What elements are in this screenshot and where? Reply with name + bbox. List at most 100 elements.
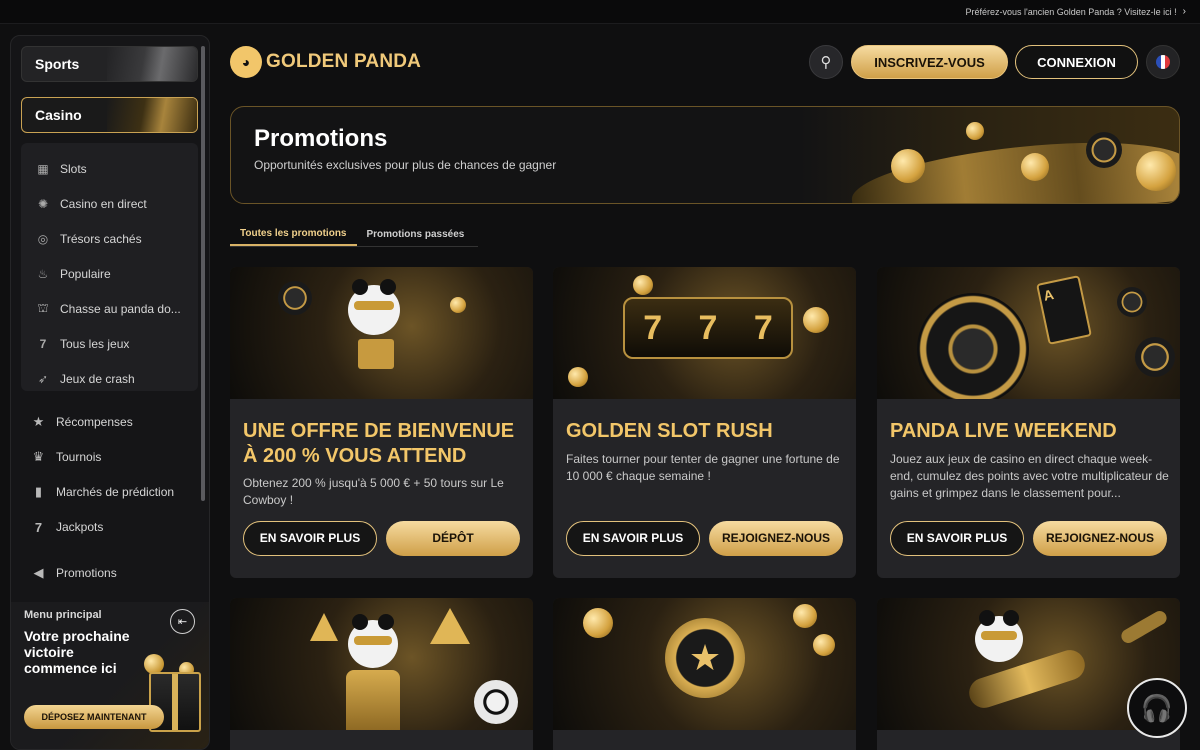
learn-more-button[interactable]: EN SAVOIR PLUS <box>243 521 377 556</box>
brand-name: GOLDEN PANDA <box>266 51 422 72</box>
support-chat-button[interactable]: 🎧 <box>1127 678 1187 738</box>
top-notice-bar[interactable]: Préférez-vous l'ancien Golden Panda ? Vi… <box>0 0 1200 24</box>
learn-more-button[interactable]: EN SAVOIR PLUS <box>566 521 700 556</box>
collapse-sidebar-button[interactable]: ⇤ <box>170 609 195 634</box>
old-site-link[interactable]: Préférez-vous l'ancien Golden Panda ? Vi… <box>965 7 1176 17</box>
sidebar-item-jackpots[interactable]: 7 Jackpots <box>31 517 103 537</box>
sidebar-item-label: Casino en direct <box>60 196 147 211</box>
roulette-wheel-illustration <box>917 293 1029 399</box>
treasure-icon: ◎ <box>37 231 49 246</box>
casino-chip-icon <box>1117 287 1147 317</box>
sidebar-item-label: Jackpots <box>56 520 104 534</box>
sidebar-item-live-casino[interactable]: ✺ Casino en direct <box>21 186 198 221</box>
sports-tile-art <box>107 47 197 81</box>
sports-promo-image <box>230 598 533 730</box>
panda-illustration <box>348 279 400 335</box>
sidebar-item-prediction-markets[interactable]: ▮ Marchés de prédiction <box>31 482 174 502</box>
trophy-icon: ♛ <box>32 449 45 464</box>
main-menu-label: Menu principal <box>24 609 102 621</box>
golden-slot-rush-image: 777 <box>553 267 856 399</box>
card-description: Faites tourner pour tenter de gagner une… <box>566 452 840 483</box>
coin-icon <box>583 608 613 638</box>
sidebar-item-crash-games[interactable]: ➶ Jeux de crash <box>21 361 198 396</box>
flame-icon: ♨ <box>37 266 49 281</box>
tab-all-promotions[interactable]: Toutes les promotions <box>230 222 357 246</box>
sidebar-item-hidden-treasures[interactable]: ◎ Trésors cachés <box>21 221 198 256</box>
sidebar: Sports Casino ▦ Slots ✺ Casino en direct… <box>10 35 210 750</box>
sidebar-item-label: Promotions <box>56 566 117 580</box>
deposit-now-button[interactable]: DÉPOSEZ MAINTENANT <box>24 705 164 729</box>
learn-more-button[interactable]: EN SAVOIR PLUS <box>890 521 1024 556</box>
sidebar-item-tournaments[interactable]: ♛ Tournois <box>31 447 102 467</box>
card-description: Jouez aux jeux de casino en direct chaqu… <box>890 452 1169 500</box>
tab-past-promotions[interactable]: Promotions passées <box>357 222 475 246</box>
login-button[interactable]: CONNEXION <box>1015 45 1138 79</box>
card-title: PANDA LIVE WEEKEND <box>890 420 1117 442</box>
promo-headline: Votre prochaine victoire commence ici <box>24 628 130 676</box>
deposit-button[interactable]: DÉPÔT <box>386 521 520 556</box>
sidebar-item-label: Slots <box>60 161 87 176</box>
star-icon: ★ <box>32 414 45 429</box>
tabs-divider <box>230 246 478 247</box>
join-button[interactable]: REJOIGNEZ-NOUS <box>1033 521 1167 556</box>
rocket-icon <box>1118 608 1170 646</box>
star-coin-icon: ★ <box>665 618 745 698</box>
promotion-tabs: Toutes les promotions Promotions passées <box>230 222 474 246</box>
sidebar-item-label: Populaire <box>60 266 111 281</box>
brand-logo[interactable]: ◕ GOLDEN PANDA <box>230 46 421 78</box>
card-title: GOLDEN SLOT RUSH <box>566 420 773 442</box>
promo-card-slot-rush: 777 GOLDEN SLOT RUSH Faites tourner pour… <box>553 267 856 578</box>
coin-icon <box>1136 151 1176 191</box>
coin-icon <box>568 367 588 387</box>
search-icon: ⚲ <box>820 54 832 71</box>
search-button[interactable]: ⚲ <box>809 45 843 79</box>
bar-chart-icon: ▮ <box>34 484 43 499</box>
coin-icon <box>966 122 984 140</box>
sidebar-scrollbar[interactable] <box>201 46 205 501</box>
sidebar-item-rewards[interactable]: ★ Récompenses <box>31 412 133 432</box>
sidebar-promo-card: Menu principal ⇤ Votre prochaine victoir… <box>11 602 209 749</box>
sidebar-item-slots[interactable]: ▦ Slots <box>21 151 198 186</box>
star-coin-promo-image: ★ <box>553 598 856 730</box>
arrow-up-icon <box>430 608 470 644</box>
promo-card-live-weekend: A PANDA LIVE WEEKEND Jouez aux jeux de c… <box>877 267 1180 578</box>
megaphone-icon: ◀ <box>33 565 44 580</box>
sunglasses-icon <box>354 301 394 310</box>
card-title: UNE OFFRE DE BIENVENUE À 200 % VOUS ATTE… <box>243 420 515 467</box>
page-subtitle: Opportunités exclusives pour plus de cha… <box>254 158 557 172</box>
sidebar-item-label: Récompenses <box>56 415 133 429</box>
promotions-hero-banner: Promotions Opportunités exclusives pour … <box>230 106 1180 204</box>
join-button[interactable]: REJOIGNEZ-NOUS <box>709 521 843 556</box>
sidebar-tile-sports[interactable]: Sports <box>21 46 198 82</box>
language-selector[interactable] <box>1146 45 1180 79</box>
sidebar-item-promotions[interactable]: ◀ Promotions <box>31 563 117 583</box>
sidebar-item-popular[interactable]: ♨ Populaire <box>21 256 198 291</box>
chevron-right-icon: › <box>1182 6 1186 17</box>
rocket-icon: ➶ <box>37 371 49 386</box>
coin-icon <box>1021 153 1049 181</box>
promo-card-star-coin: ★ <box>553 598 856 750</box>
collapse-left-icon: ⇤ <box>177 616 188 628</box>
sidebar-item-panda-hunt[interactable]: ⛫ Chasse au panda do... <box>21 291 198 326</box>
coin-icon <box>450 297 466 313</box>
panda-live-weekend-image: A <box>877 267 1180 399</box>
sidebar-item-all-games[interactable]: 7 Tous les jeux <box>21 326 198 361</box>
register-button[interactable]: INSCRIVEZ-VOUS <box>851 45 1008 79</box>
coin-icon <box>813 634 835 656</box>
gold-suit-illustration <box>346 670 400 730</box>
slot-machine-icon: ▦ <box>37 161 49 176</box>
slot-reels-illustration: 777 <box>623 297 793 359</box>
casino-chip-icon <box>1135 337 1175 377</box>
sidebar-item-label: Jeux de crash <box>60 371 135 386</box>
card-description: Obtenez 200 % jusqu'à 5 000 € + 50 tours… <box>243 476 504 507</box>
welcome-offer-image <box>230 267 533 399</box>
page-title: Promotions <box>254 125 388 152</box>
sidebar-tile-casino[interactable]: Casino <box>21 97 198 133</box>
coin-icon <box>891 149 925 183</box>
sidebar-item-label: Marchés de prédiction <box>56 485 175 499</box>
promo-card-welcome: UNE OFFRE DE BIENVENUE À 200 % VOUS ATTE… <box>230 267 533 578</box>
casino-chip-icon <box>278 281 312 315</box>
coin-icon <box>144 654 164 674</box>
casino-submenu: ▦ Slots ✺ Casino en direct ◎ Trésors cac… <box>21 143 198 391</box>
sunglasses-icon <box>354 636 392 645</box>
